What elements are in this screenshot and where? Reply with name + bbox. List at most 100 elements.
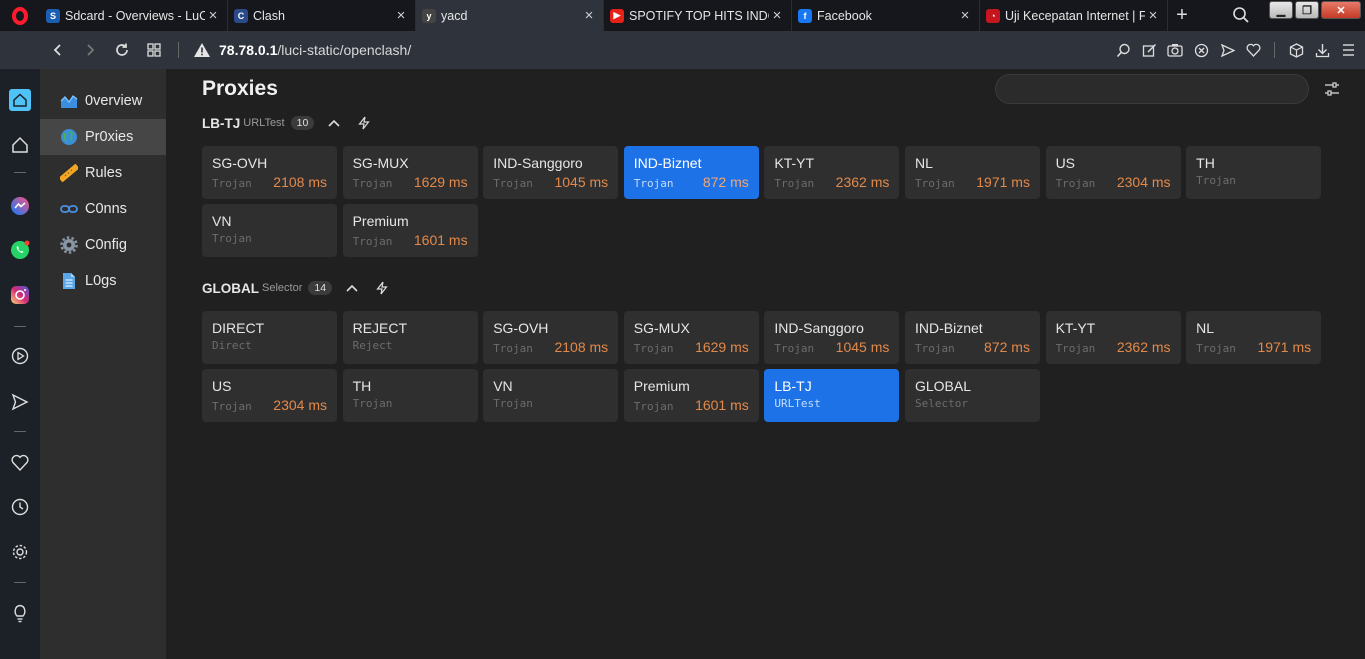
- browser-tab[interactable]: f Facebook ×: [792, 0, 980, 31]
- proxy-card[interactable]: Premium Trojan 1601 ms: [342, 204, 478, 257]
- proxy-card[interactable]: IND-Sanggoro Trojan 1045 ms: [764, 311, 900, 364]
- bookmarks-button[interactable]: [9, 134, 31, 156]
- my-flow-button[interactable]: [9, 451, 31, 473]
- nav-item-pr0xies[interactable]: Pr0xies: [40, 119, 166, 155]
- proxy-name: TH: [1196, 155, 1215, 171]
- proxy-card[interactable]: IND-Sanggoro Trojan 1045 ms: [483, 146, 619, 199]
- proxy-search-input[interactable]: [995, 74, 1309, 104]
- close-window-button[interactable]: ✕: [1321, 1, 1361, 19]
- proxy-card[interactable]: SG-OVH Trojan 2108 ms: [483, 311, 619, 364]
- easy-setup-button[interactable]: [1335, 31, 1361, 69]
- proxy-card[interactable]: TH Trojan: [342, 369, 478, 422]
- close-tab-icon[interactable]: ×: [205, 7, 221, 24]
- settings-button[interactable]: [9, 541, 31, 563]
- maximize-button[interactable]: ❐: [1295, 1, 1319, 19]
- snapshot-button[interactable]: [1162, 31, 1188, 69]
- downloads-button[interactable]: [1309, 31, 1335, 69]
- proxy-name: US: [212, 378, 232, 394]
- link-icon: [60, 200, 78, 218]
- globe-icon: [60, 128, 78, 146]
- reload-button[interactable]: [106, 31, 138, 69]
- opera-menu-button[interactable]: [0, 0, 40, 31]
- collapse-group-button[interactable]: [324, 113, 344, 133]
- proxy-card[interactable]: DIRECT Direct: [202, 311, 337, 364]
- play-icon: [11, 347, 29, 365]
- close-tab-icon[interactable]: ×: [1145, 7, 1161, 24]
- nav-item-l0gs[interactable]: L0gs: [40, 263, 166, 299]
- proxy-card[interactable]: SG-OVH Trojan 2108 ms: [202, 146, 337, 199]
- latency-test-button[interactable]: [354, 113, 374, 133]
- nav-item-c0nfig[interactable]: C0nfig: [40, 227, 166, 263]
- proxy-card[interactable]: REJECT Reject: [342, 311, 478, 364]
- heart-icon: [1246, 43, 1260, 57]
- warning-icon[interactable]: [193, 42, 211, 58]
- proxy-card[interactable]: US Trojan 2304 ms: [1045, 146, 1181, 199]
- proxy-name: SG-OVH: [212, 155, 268, 171]
- speed-dial-button[interactable]: [9, 89, 31, 111]
- send-button[interactable]: [1214, 31, 1240, 69]
- adblock-button[interactable]: [1188, 31, 1214, 69]
- nav-item-rules[interactable]: Rules: [40, 155, 166, 191]
- browser-tab[interactable]: S Sdcard - Overviews - LuCI ×: [40, 0, 228, 31]
- player-button[interactable]: [9, 345, 31, 367]
- menu-icon: [1342, 44, 1354, 56]
- tips-button[interactable]: [9, 602, 31, 624]
- proxy-card[interactable]: LB-TJ URLTest: [764, 369, 900, 422]
- proxy-latency: 2304 ms: [1116, 174, 1171, 190]
- proxy-card[interactable]: KT-YT Trojan 2362 ms: [764, 146, 900, 199]
- minimize-button[interactable]: ▁: [1269, 1, 1293, 19]
- flow-button[interactable]: [9, 391, 31, 413]
- proxy-card[interactable]: KT-YT Trojan 2362 ms: [1045, 311, 1181, 364]
- history-button[interactable]: [9, 496, 31, 518]
- messenger-button[interactable]: [9, 195, 31, 217]
- lightning-icon: [376, 281, 388, 295]
- proxy-card[interactable]: SG-MUX Trojan 1629 ms: [342, 146, 478, 199]
- back-button[interactable]: [42, 31, 74, 69]
- zoom-button[interactable]: [1110, 31, 1136, 69]
- proxy-card[interactable]: NL Trojan 1971 ms: [1186, 311, 1322, 364]
- nav-item-c0nns[interactable]: C0nns: [40, 191, 166, 227]
- collapse-group-button[interactable]: [342, 278, 362, 298]
- nav-item-label: L0gs: [85, 273, 117, 289]
- forward-button[interactable]: [74, 31, 106, 69]
- new-tab-button[interactable]: +: [1168, 0, 1196, 31]
- tab-search-icon[interactable]: [1232, 6, 1250, 24]
- proxy-meta: Trojan 872 ms: [915, 339, 1030, 355]
- whatsapp-icon: [11, 240, 30, 259]
- close-tab-icon[interactable]: ×: [393, 7, 409, 24]
- address-divider: [178, 42, 179, 58]
- proxy-card[interactable]: SG-MUX Trojan 1629 ms: [623, 311, 759, 364]
- instagram-button[interactable]: [9, 284, 31, 306]
- browser-tab[interactable]: y yacd ×: [416, 0, 604, 31]
- proxy-card[interactable]: US Trojan 2304 ms: [202, 369, 337, 422]
- nav-item-label: C0nns: [85, 201, 127, 217]
- proxy-card[interactable]: VN Trojan: [483, 369, 619, 422]
- browser-tab[interactable]: ◔ Uji Kecepatan Internet | F ×: [980, 0, 1168, 31]
- close-tab-icon[interactable]: ×: [769, 7, 785, 24]
- favicon-icon: S: [46, 8, 60, 23]
- close-tab-icon[interactable]: ×: [581, 7, 597, 24]
- browser-tab[interactable]: C Clash ×: [228, 0, 416, 31]
- proxy-type: Trojan: [212, 400, 252, 413]
- edit-button[interactable]: [1136, 31, 1162, 69]
- proxy-card[interactable]: TH Trojan: [1186, 146, 1322, 199]
- browser-tab[interactable]: ▶ SPOTIFY TOP HITS INDONESIA×: [604, 0, 792, 31]
- sliders-icon[interactable]: [1323, 80, 1341, 98]
- proxy-card[interactable]: Premium Trojan 1601 ms: [623, 369, 759, 422]
- proxy-latency: 1971 ms: [976, 174, 1030, 190]
- send-icon: [11, 393, 29, 411]
- proxy-card[interactable]: VN Trojan: [202, 204, 337, 257]
- latency-test-button[interactable]: [372, 278, 392, 298]
- whatsapp-button[interactable]: [9, 239, 31, 261]
- group-type: Selector: [262, 282, 303, 294]
- url-field[interactable]: 78.78.0.1/luci-static/openclash/: [219, 42, 411, 58]
- bookmark-button[interactable]: [1240, 31, 1266, 69]
- proxy-card[interactable]: GLOBAL Selector: [904, 369, 1040, 422]
- extensions-button[interactable]: [1283, 31, 1309, 69]
- proxy-card[interactable]: IND-Biznet Trojan 872 ms: [904, 311, 1040, 364]
- close-tab-icon[interactable]: ×: [957, 7, 973, 24]
- nav-item-0verview[interactable]: 0verview: [40, 83, 166, 119]
- proxy-card[interactable]: NL Trojan 1971 ms: [904, 146, 1040, 199]
- tabs-overview-button[interactable]: [138, 31, 170, 69]
- proxy-card[interactable]: IND-Biznet Trojan 872 ms: [623, 146, 759, 199]
